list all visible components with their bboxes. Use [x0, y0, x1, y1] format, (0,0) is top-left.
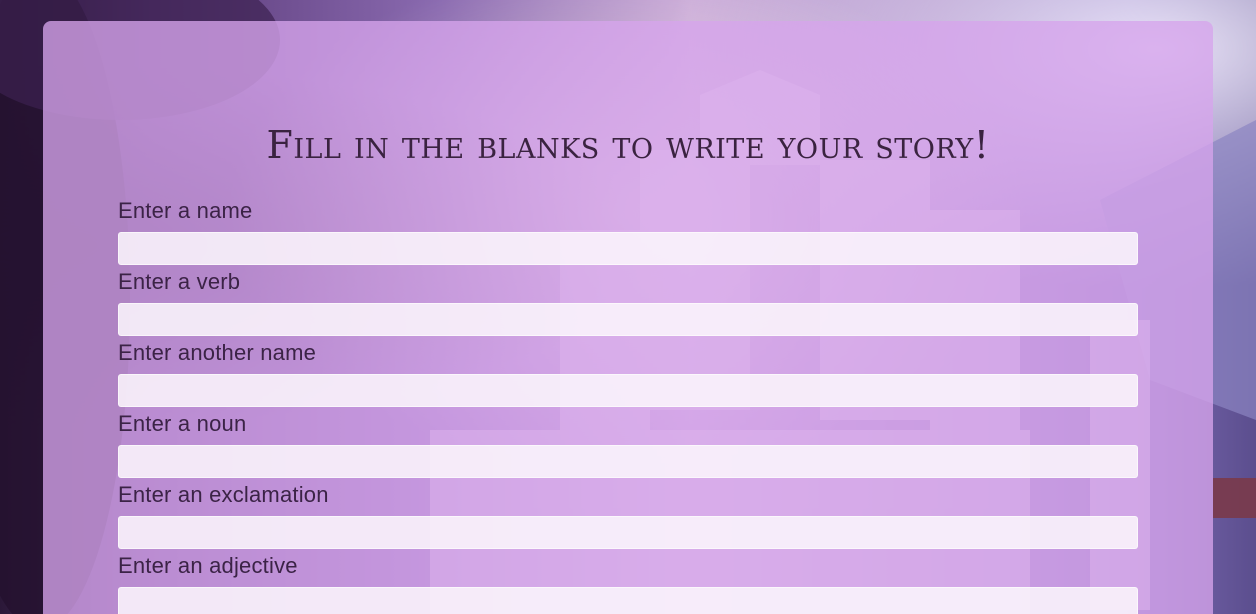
field-noun: Enter a noun [118, 410, 1138, 481]
verb-label: Enter a verb [118, 269, 241, 294]
field-exclamation: Enter an exclamation [118, 481, 1138, 552]
field-verb: Enter a verb [118, 268, 1138, 339]
exclamation-input[interactable] [118, 516, 1138, 549]
story-form: Enter a name Enter a verb Enter another … [118, 197, 1138, 614]
field-adjective: Enter an adjective [118, 552, 1138, 614]
another-name-input[interactable] [118, 374, 1138, 407]
verb-input[interactable] [118, 303, 1138, 336]
name-input[interactable] [118, 232, 1138, 265]
exclamation-label: Enter an exclamation [118, 482, 329, 507]
adjective-label: Enter an adjective [118, 553, 298, 578]
page-title: Fill in the blanks to write your story! [266, 123, 990, 167]
noun-label: Enter a noun [118, 411, 247, 436]
another-name-label: Enter another name [118, 340, 317, 365]
adjective-input[interactable] [118, 587, 1138, 614]
story-form-panel: Fill in the blanks to write your story! … [43, 21, 1213, 614]
field-name: Enter a name [118, 197, 1138, 268]
name-label: Enter a name [118, 198, 253, 223]
noun-input[interactable] [118, 445, 1138, 478]
field-another-name: Enter another name [118, 339, 1138, 410]
